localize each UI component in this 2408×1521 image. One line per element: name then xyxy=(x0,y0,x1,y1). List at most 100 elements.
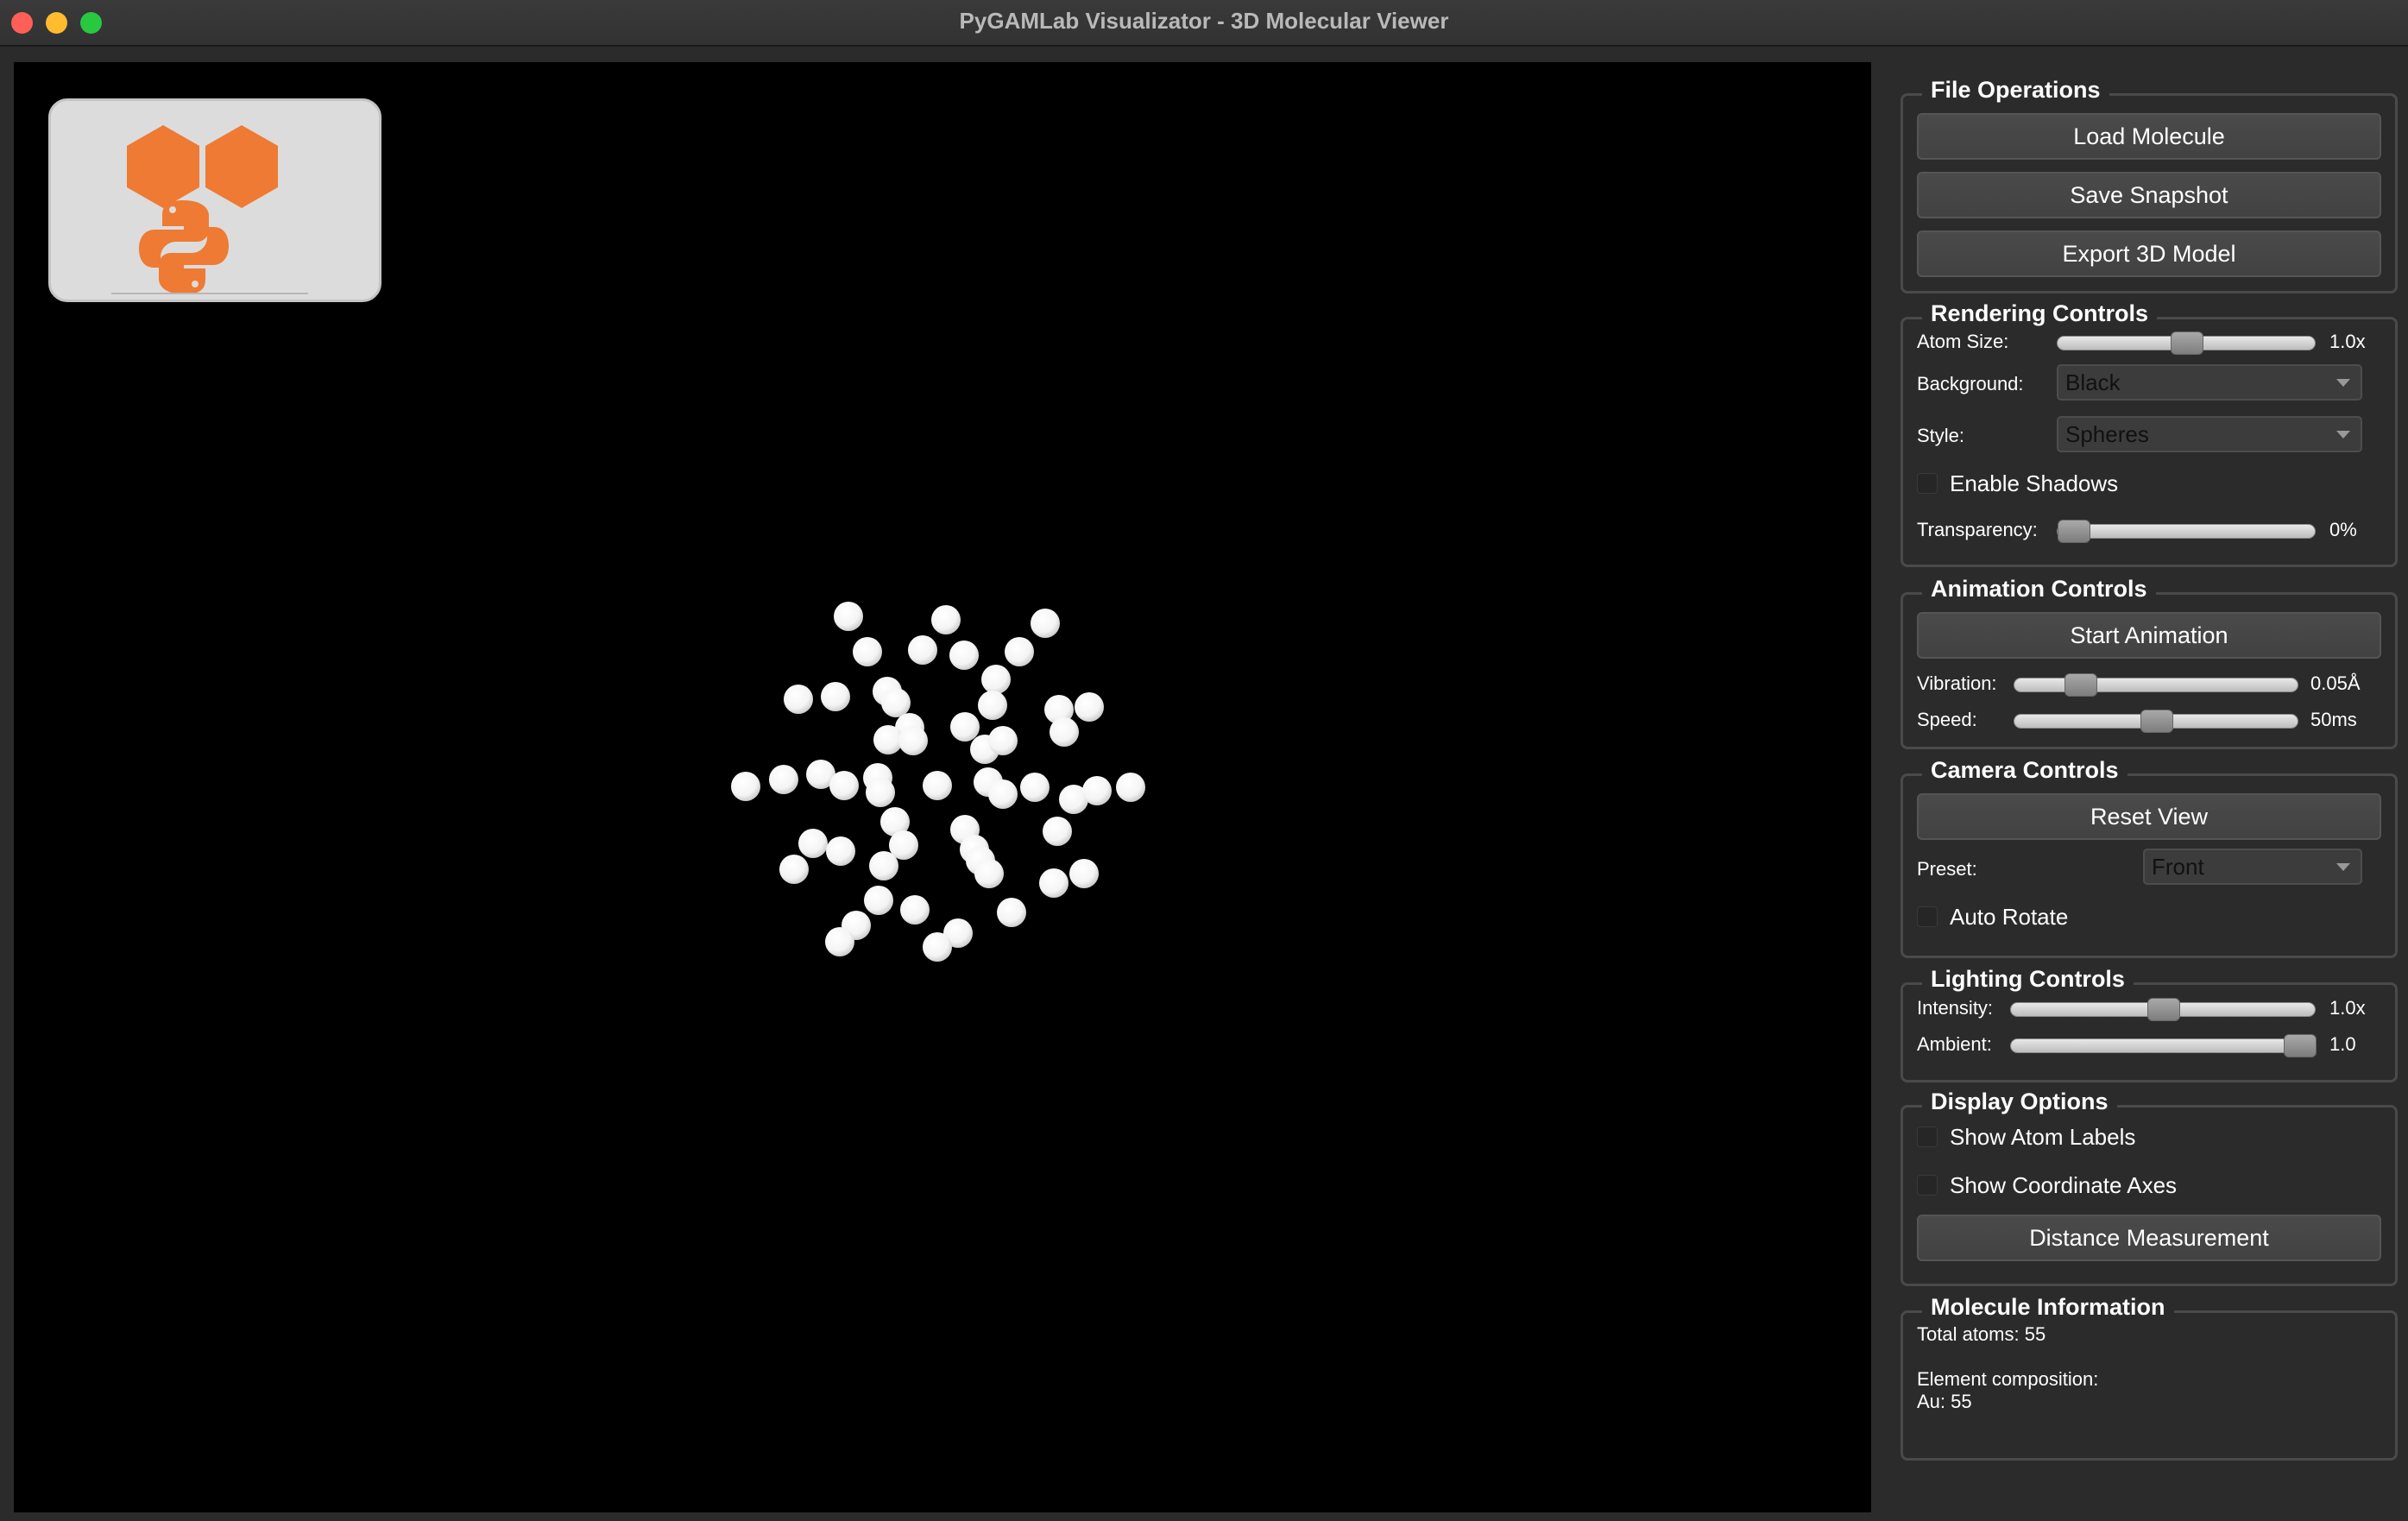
animation-controls-group: Animation Controls Start Animation Vibra… xyxy=(1901,576,2398,749)
transparency-slider[interactable] xyxy=(2057,520,2316,543)
ambient-slider-thumb[interactable] xyxy=(2284,1034,2317,1057)
atom[interactable] xyxy=(784,685,813,714)
atom[interactable] xyxy=(950,712,980,742)
transparency-value: 0% xyxy=(2329,519,2357,540)
background-label: Background: xyxy=(1917,373,2024,394)
intensity-slider-thumb[interactable] xyxy=(2147,998,2180,1021)
save-snapshot-button[interactable]: Save Snapshot xyxy=(1917,172,2381,218)
atom[interactable] xyxy=(974,859,1004,888)
molecule-information-group: Molecule Information Total atoms: 55 Ele… xyxy=(1901,1294,2398,1461)
atom[interactable] xyxy=(834,602,863,631)
auto-rotate-label[interactable]: Auto Rotate xyxy=(1950,904,2068,931)
intensity-slider[interactable] xyxy=(2010,998,2316,1021)
speed-slider-thumb[interactable] xyxy=(2140,710,2173,733)
atom[interactable] xyxy=(869,851,898,880)
element-composition-label: Element composition: xyxy=(1917,1368,2099,1390)
atom[interactable] xyxy=(978,691,1007,720)
atom[interactable] xyxy=(864,886,893,915)
atom[interactable] xyxy=(1020,773,1050,802)
chevron-down-icon xyxy=(2336,431,2350,439)
rendering-controls-group: Rendering Controls Atom Size: 1.0x Backg… xyxy=(1901,300,2398,567)
atom[interactable] xyxy=(866,778,895,807)
atom[interactable] xyxy=(908,635,937,665)
reset-view-button[interactable]: Reset View xyxy=(1917,793,2381,840)
speed-slider[interactable] xyxy=(2014,710,2298,733)
speed-value: 50ms xyxy=(2310,709,2357,730)
transparency-slider-thumb[interactable] xyxy=(2058,520,2090,543)
atom[interactable] xyxy=(1039,868,1068,898)
element-composition-value: Au: 55 xyxy=(1917,1391,1972,1412)
atom[interactable] xyxy=(949,641,979,670)
distance-measurement-button[interactable]: Distance Measurement xyxy=(1917,1215,2381,1261)
vibration-slider-thumb[interactable] xyxy=(2064,673,2097,697)
atom[interactable] xyxy=(829,771,859,800)
chevron-down-icon xyxy=(2336,379,2350,387)
atom[interactable] xyxy=(826,836,855,866)
show-coordinate-axes-checkbox[interactable] xyxy=(1917,1175,1938,1196)
atom-size-label: Atom Size: xyxy=(1917,331,2009,352)
speed-label: Speed: xyxy=(1917,709,1977,730)
atom[interactable] xyxy=(821,682,850,711)
atom[interactable] xyxy=(981,665,1011,694)
atom-size-slider-thumb[interactable] xyxy=(2171,331,2203,355)
atom[interactable] xyxy=(1082,776,1112,805)
atom[interactable] xyxy=(853,637,882,666)
ambient-value: 1.0 xyxy=(2329,1033,2356,1055)
logo-underline xyxy=(111,293,308,294)
vibration-value: 0.05Å xyxy=(2310,672,2361,694)
molecule-information-title: Molecule Information xyxy=(1922,1294,2174,1321)
atom[interactable] xyxy=(1069,859,1099,888)
atom[interactable] xyxy=(798,829,828,858)
style-label: Style: xyxy=(1917,425,1965,446)
atom[interactable] xyxy=(898,726,928,755)
camera-controls-title: Camera Controls xyxy=(1922,757,2127,784)
background-select[interactable]: Black xyxy=(2057,364,2362,401)
atom[interactable] xyxy=(900,895,930,925)
animation-controls-title: Animation Controls xyxy=(1922,576,2156,603)
ambient-slider[interactable] xyxy=(2010,1034,2317,1057)
atom[interactable] xyxy=(997,898,1026,927)
show-atom-labels-checkbox[interactable] xyxy=(1917,1127,1938,1147)
atom[interactable] xyxy=(1116,773,1145,802)
export-3d-model-button[interactable]: Export 3D Model xyxy=(1917,230,2381,277)
intensity-label: Intensity: xyxy=(1917,997,1994,1019)
enable-shadows-label[interactable]: Enable Shadows xyxy=(1950,470,2118,497)
atom[interactable] xyxy=(779,855,809,884)
atom[interactable] xyxy=(1005,637,1034,666)
preset-select[interactable]: Front xyxy=(2143,849,2362,885)
background-select-value: Black xyxy=(2065,369,2121,395)
style-select[interactable]: Spheres xyxy=(2057,416,2362,452)
display-options-title: Display Options xyxy=(1922,1089,2117,1115)
atom[interactable] xyxy=(988,779,1018,809)
auto-rotate-checkbox[interactable] xyxy=(1917,906,1938,927)
file-operations-title: File Operations xyxy=(1922,77,2109,104)
atom[interactable] xyxy=(1050,717,1079,747)
atom[interactable] xyxy=(881,688,911,717)
atom-size-slider[interactable] xyxy=(2057,331,2316,355)
enable-shadows-checkbox[interactable] xyxy=(1917,473,1938,494)
atom[interactable] xyxy=(873,725,903,754)
atom[interactable] xyxy=(923,771,952,800)
molecule-viewport[interactable] xyxy=(14,62,1871,1512)
logo-card xyxy=(48,98,381,302)
chevron-down-icon xyxy=(2336,863,2350,871)
vibration-slider[interactable] xyxy=(2014,673,2298,697)
atom-size-value: 1.0x xyxy=(2329,331,2366,352)
total-atoms-text: Total atoms: 55 xyxy=(1917,1323,2046,1345)
atom[interactable] xyxy=(1031,609,1060,638)
atom[interactable] xyxy=(988,726,1018,755)
camera-controls-group: Camera Controls Reset View Preset: Front… xyxy=(1901,757,2398,958)
start-animation-button[interactable]: Start Animation xyxy=(1917,612,2381,659)
atom[interactable] xyxy=(825,927,854,956)
atom[interactable] xyxy=(931,605,961,634)
transparency-label: Transparency: xyxy=(1917,519,2038,540)
atom[interactable] xyxy=(769,765,798,794)
show-atom-labels-label[interactable]: Show Atom Labels xyxy=(1950,1124,2135,1151)
atom[interactable] xyxy=(923,932,952,962)
atom[interactable] xyxy=(731,772,760,801)
atom[interactable] xyxy=(1043,817,1072,846)
atom[interactable] xyxy=(1075,692,1104,722)
load-molecule-button[interactable]: Load Molecule xyxy=(1917,113,2381,160)
show-coordinate-axes-label[interactable]: Show Coordinate Axes xyxy=(1950,1172,2177,1199)
control-panel: File Operations Load Molecule Save Snaps… xyxy=(1885,62,2408,1521)
